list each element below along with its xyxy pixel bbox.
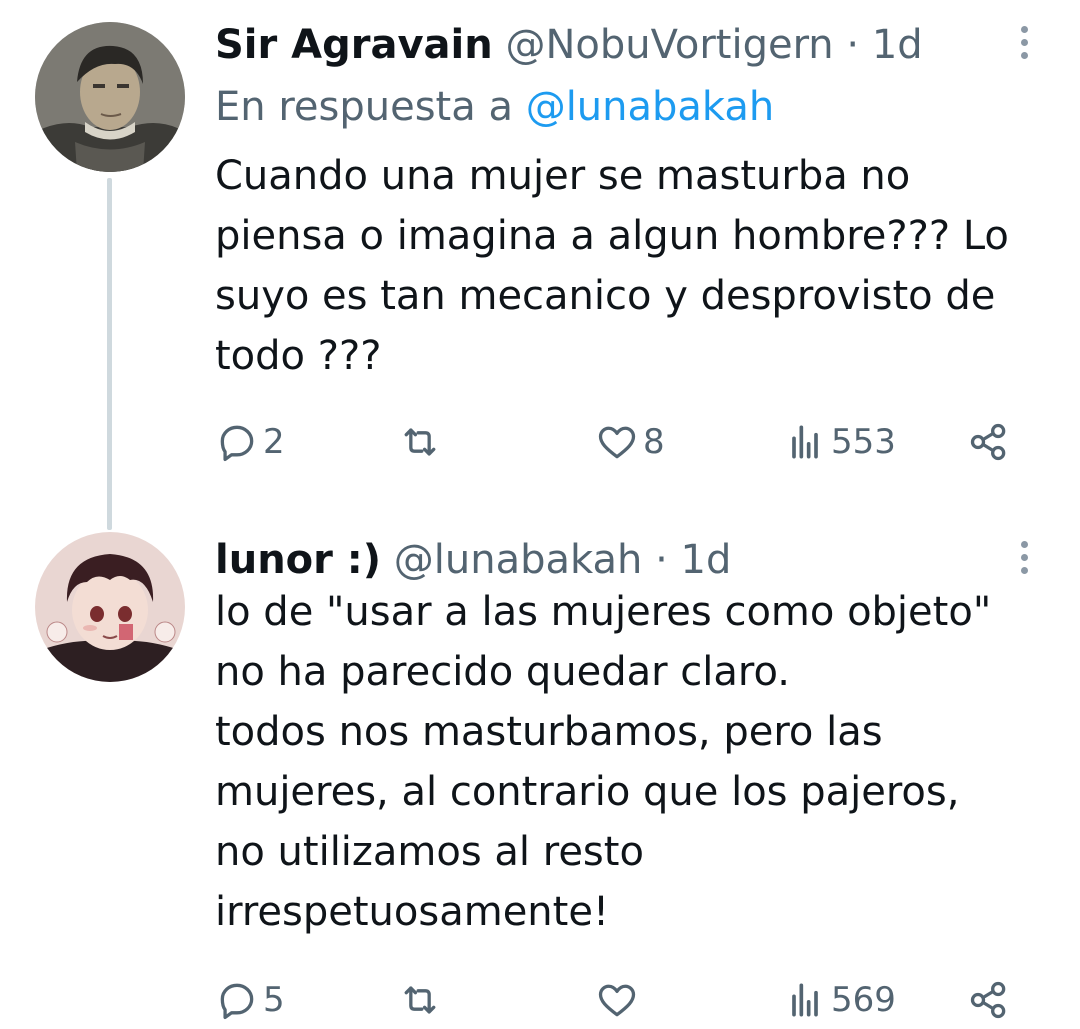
reply-context: En respuesta a @lunabakah [215,82,774,132]
view-count: 569 [831,980,896,1020]
tweet[interactable]: lunor :) @lunabakah · 1d lo de "usar a l… [0,515,1080,1029]
views-button[interactable]: 569 [783,972,896,1028]
separator-dot: · [846,22,860,68]
retweet-icon [404,986,436,1014]
display-name[interactable]: lunor :) [215,537,381,583]
views-button[interactable]: 553 [783,414,896,470]
display-name[interactable]: Sir Agravain [215,22,493,68]
retweet-icon [404,428,436,456]
more-options-icon[interactable] [1018,541,1030,579]
reply-count: 2 [263,422,285,462]
tweet-text: lo de "usar a las mujeres como objeto" n… [215,589,992,935]
user-handle[interactable]: @NobuVortigern [505,22,833,68]
timestamp[interactable]: 1d [872,22,923,68]
view-count: 553 [831,422,896,462]
tweet-actions: 5 569 [215,972,1035,1028]
retweet-button[interactable] [398,972,442,1028]
user-handle[interactable]: @lunabakah [394,537,643,583]
views-icon [792,983,818,1017]
reply-icon [220,983,254,1020]
timestamp[interactable]: 1d [681,537,732,583]
tweet-actions: 2 8 553 [215,414,1035,470]
tweet[interactable]: Sir Agravain @NobuVortigern · 1d En resp… [0,0,1080,500]
share-icon [970,423,1006,461]
like-icon [598,984,636,1017]
avatar[interactable] [35,22,185,172]
separator-dot: · [655,537,668,583]
views-icon [792,425,818,459]
share-button[interactable] [967,414,1011,470]
like-button[interactable]: 8 [595,414,665,470]
more-options-icon[interactable] [1018,26,1030,64]
tweet-header: lunor :) @lunabakah · 1d [215,535,1010,585]
reply-count: 5 [263,980,285,1020]
share-icon [970,981,1006,1019]
tweet-text: Cuando una mujer se masturba no piensa o… [215,153,1009,379]
like-button[interactable] [595,972,639,1028]
reply-prefix: En respuesta a [215,84,513,130]
reply-button[interactable]: 5 [215,972,285,1028]
retweet-button[interactable] [398,414,442,470]
share-button[interactable] [967,972,1011,1028]
avatar[interactable] [35,532,185,682]
reply-mention-link[interactable]: @lunabakah [526,84,775,130]
tweet-header: Sir Agravain @NobuVortigern · 1d [215,20,1010,70]
reply-icon [220,425,254,462]
like-icon [598,426,636,459]
reply-button[interactable]: 2 [215,414,285,470]
like-count: 8 [643,422,665,462]
